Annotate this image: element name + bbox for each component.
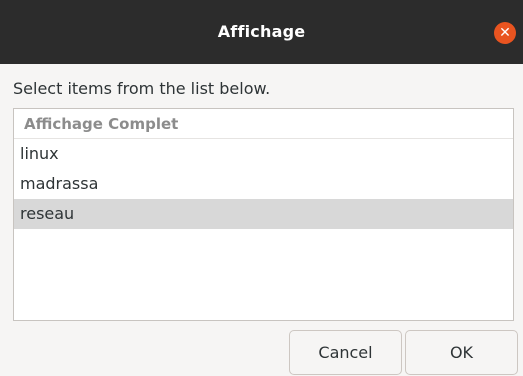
dialog-window: Affichage ✕ Select items from the list b… xyxy=(0,0,523,376)
title-bar: Affichage ✕ xyxy=(0,0,523,64)
list-item-reseau[interactable]: reseau xyxy=(14,199,513,229)
list-item-linux[interactable]: linux xyxy=(14,139,513,169)
cancel-button[interactable]: Cancel xyxy=(289,330,402,375)
dialog-title: Affichage xyxy=(217,22,306,41)
ok-button[interactable]: OK xyxy=(405,330,518,375)
list-item-madrassa[interactable]: madrassa xyxy=(14,169,513,199)
instruction-text: Select items from the list below. xyxy=(13,79,271,98)
items-list[interactable]: Affichage Complet linux madrassa reseau xyxy=(13,108,514,321)
close-icon[interactable]: ✕ xyxy=(494,22,516,44)
list-column-header: Affichage Complet xyxy=(14,109,513,139)
